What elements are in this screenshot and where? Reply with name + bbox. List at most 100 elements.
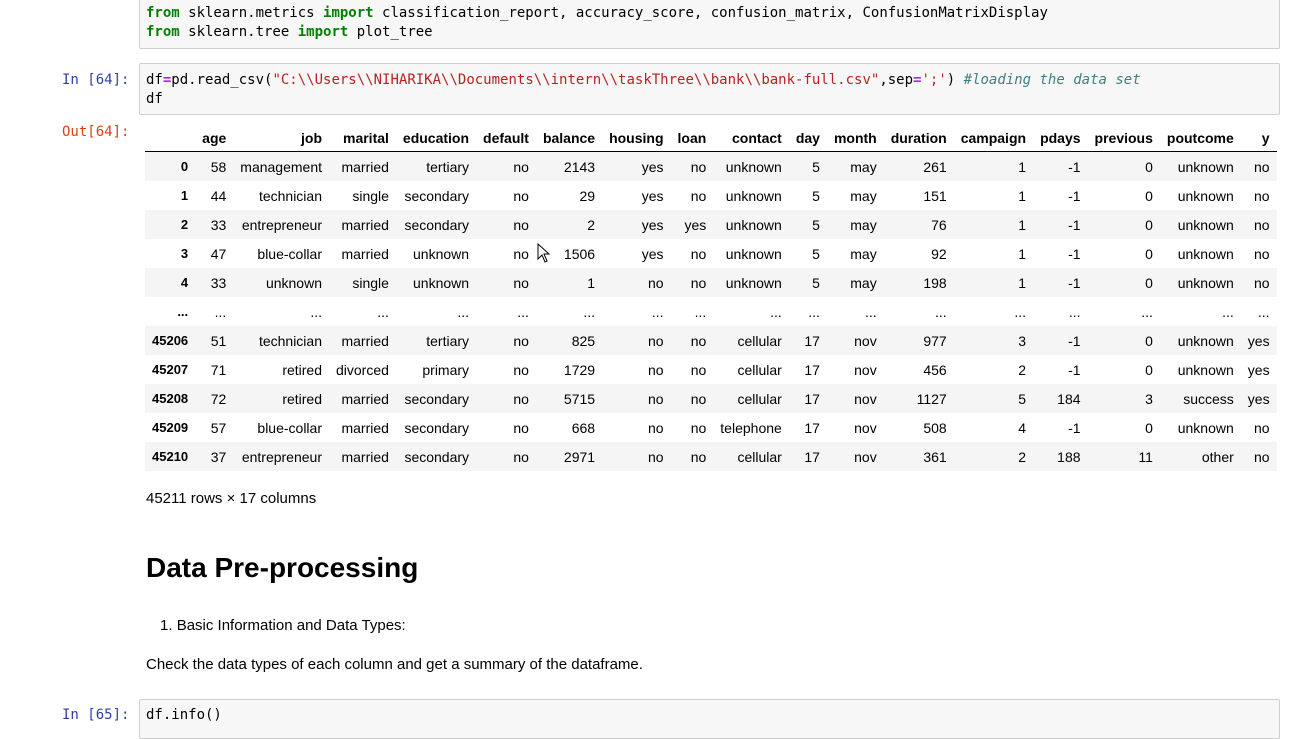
code-cell-65[interactable]: df.info() xyxy=(139,699,1280,739)
table-cell: no xyxy=(647,274,664,291)
table-cell: unknown xyxy=(413,274,470,291)
table-cell: may xyxy=(850,187,877,204)
table-cell: ... xyxy=(214,303,227,320)
table-cell: 508 xyxy=(923,419,947,436)
table-cell: 76 xyxy=(931,216,947,233)
table-cell: 51 xyxy=(210,332,227,349)
table-cell: 29 xyxy=(579,187,596,204)
table-cell: ... xyxy=(377,303,389,320)
table-cell: no xyxy=(1254,158,1270,175)
table-cell: no xyxy=(647,390,664,407)
column-header-loan: loan xyxy=(670,125,714,152)
code-line-df-info: df.info() xyxy=(146,707,222,723)
table-cell: unknown xyxy=(725,274,782,291)
table-cell: 5715 xyxy=(563,390,596,407)
table-cell: no xyxy=(690,332,707,349)
table-cell: 0 xyxy=(1145,187,1153,204)
table-cell: yes xyxy=(641,158,664,175)
table-cell: may xyxy=(850,274,877,291)
column-header-index xyxy=(145,125,196,152)
table-cell: ... xyxy=(1141,303,1153,320)
markdown-paragraph: Check the data types of each column and … xyxy=(146,656,643,673)
table-cell: 668 xyxy=(571,419,596,436)
table-cell: secondary xyxy=(404,390,470,407)
table-cell: 2 xyxy=(1018,448,1027,465)
table-cell: yes xyxy=(641,245,664,262)
list-item: 1. Basic Information and Data Types: xyxy=(160,617,406,634)
table-cell: ... xyxy=(1222,303,1234,320)
table-cell: -1 xyxy=(1068,245,1081,262)
table-cell: technician xyxy=(258,187,322,204)
table-cell: 5 xyxy=(812,245,820,262)
code-cell-imports[interactable]: from sklearn.metrics import classificati… xyxy=(139,0,1280,49)
table-row: 1 44 technician single secondary no 29 yes no unk… xyxy=(145,181,1277,210)
table-cell: 977 xyxy=(923,332,947,349)
table-cell: unknown xyxy=(1177,332,1234,349)
table-cell: no xyxy=(690,390,707,407)
table-cell: ... xyxy=(651,303,664,320)
table-cell: retired xyxy=(282,361,322,378)
table-cell: 2971 xyxy=(563,448,596,465)
table-cell: no xyxy=(690,361,707,378)
table-cell: no xyxy=(690,274,707,291)
list-number: 1. xyxy=(160,617,173,634)
table-cell: no xyxy=(647,419,664,436)
table-cell: 44 xyxy=(210,187,227,204)
column-header-marital: marital xyxy=(329,125,396,152)
column-header-balance: balance xyxy=(535,125,603,152)
table-cell: secondary xyxy=(404,448,470,465)
table-cell: ... xyxy=(808,303,820,320)
column-header-duration: duration xyxy=(883,125,954,152)
table-cell: 1127 xyxy=(916,390,947,407)
table-cell: 1 xyxy=(587,274,596,291)
table-cell: cellular xyxy=(737,332,782,349)
table-cell: no xyxy=(513,158,529,175)
row-index: 45209 xyxy=(152,420,189,435)
table-cell: 47 xyxy=(210,245,227,262)
table-cell: unknown xyxy=(413,245,470,262)
code-line-import-metrics: from sklearn.metrics import classificati… xyxy=(146,5,1048,21)
table-row: 2 33 entrepreneur married secondary no 2 yes yes… xyxy=(145,210,1277,239)
table-cell: 261 xyxy=(923,158,947,175)
table-cell: no xyxy=(690,419,707,436)
table-cell: nov xyxy=(854,332,877,349)
code-cell-64[interactable]: df=pd.read_csv("C:\\Users\\NIHARIKA\\Doc… xyxy=(139,63,1280,115)
table-cell: may xyxy=(850,158,877,175)
table-cell: no xyxy=(513,187,529,204)
column-header-previous: previous xyxy=(1087,125,1160,152)
code-line-df: df xyxy=(146,91,163,107)
code-line-import-tree: from sklearn.tree import plot_tree xyxy=(146,24,433,40)
table-cell: yes xyxy=(641,216,664,233)
table-cell: ... xyxy=(1014,303,1027,320)
code-line-read-csv: df=pd.read_csv("C:\\Users\\NIHARIKA\\Doc… xyxy=(146,72,1141,88)
table-cell: married xyxy=(341,332,389,349)
table-cell: married xyxy=(341,216,389,233)
table-cell: 5 xyxy=(812,187,820,204)
table-cell: 17 xyxy=(804,419,820,436)
table-cell: 1 xyxy=(1018,187,1027,204)
table-cell: 58 xyxy=(210,158,227,175)
table-cell: 2 xyxy=(587,216,596,233)
table-cell: 5 xyxy=(812,216,820,233)
table-cell: nov xyxy=(854,361,877,378)
table-cell: unknown xyxy=(1177,158,1234,175)
table-cell: 0 xyxy=(1145,332,1153,349)
table-cell: 71 xyxy=(210,361,227,378)
table-cell: 5 xyxy=(812,274,820,291)
output-prompt-64: Out[64]: xyxy=(62,124,130,140)
table-cell: -1 xyxy=(1068,274,1081,291)
table-cell: ... xyxy=(457,303,470,320)
row-index: 45207 xyxy=(152,362,189,377)
table-row: 45206 51 technician married tertiary no 825 no n… xyxy=(145,326,1277,355)
table-cell: ... xyxy=(770,303,782,320)
input-prompt-64: In [64]: xyxy=(62,72,130,88)
table-cell: married xyxy=(341,419,389,436)
table-cell: 4 xyxy=(1018,419,1027,436)
row-index: 2 xyxy=(180,217,189,232)
table-cell: entrepreneur xyxy=(241,216,322,233)
row-index: 45206 xyxy=(152,333,189,348)
table-cell: 456 xyxy=(923,361,947,378)
column-header-month: month xyxy=(826,125,884,152)
table-cell: no xyxy=(513,390,529,407)
table-cell: unknown xyxy=(265,274,322,291)
